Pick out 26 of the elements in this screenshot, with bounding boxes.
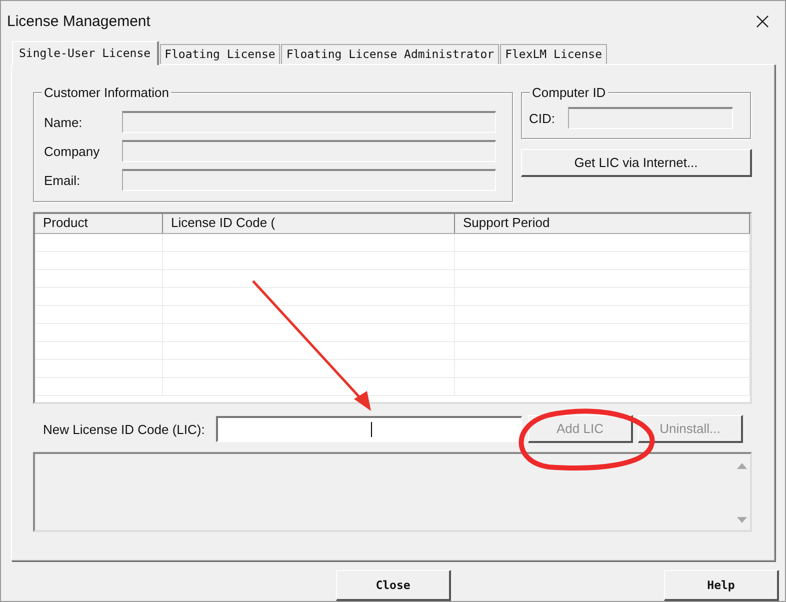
text-field[interactable]: [568, 107, 733, 130]
tab[interactable]: Single-User License: [12, 41, 159, 66]
column-header[interactable]: Support Period: [455, 214, 750, 234]
text-field[interactable]: [122, 111, 496, 134]
get-lic-button[interactable]: Get LIC via Internet...: [521, 149, 752, 178]
scroll-down-icon[interactable]: [737, 516, 747, 524]
field-label: CID:: [529, 110, 556, 126]
license-code-field[interactable]: [216, 416, 522, 442]
tab[interactable]: FlexLM License: [500, 44, 607, 64]
text-field[interactable]: [122, 140, 496, 162]
tab[interactable]: Floating License Administrator: [281, 44, 500, 64]
window-title: License Management: [7, 13, 150, 30]
help-button[interactable]: Help: [664, 570, 779, 601]
field-label: Name:: [44, 114, 84, 130]
close-icon[interactable]: [756, 15, 769, 28]
group-title: Customer Information: [42, 85, 171, 100]
group-title: Computer ID: [530, 85, 608, 100]
text-field[interactable]: [122, 169, 496, 192]
field-label: New License ID Code (LIC):: [43, 422, 206, 437]
field-label: Company: [44, 144, 101, 159]
column-header[interactable]: License ID Code (: [163, 214, 455, 234]
scroll-up-icon[interactable]: [737, 462, 747, 470]
column-header[interactable]: Product: [35, 214, 163, 234]
field-label: Email:: [44, 172, 82, 188]
tab[interactable]: Floating License: [160, 44, 280, 64]
close-button[interactable]: Close: [336, 570, 451, 601]
